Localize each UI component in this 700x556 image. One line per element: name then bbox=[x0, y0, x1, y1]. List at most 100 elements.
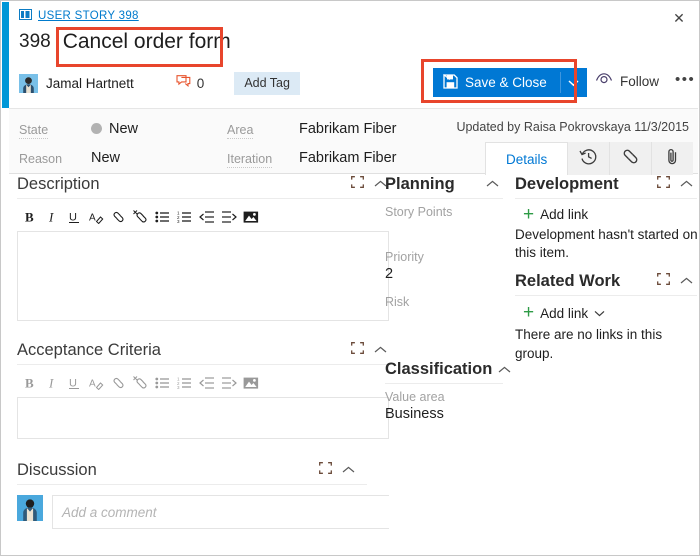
work-item-title[interactable]: Cancel order form bbox=[63, 30, 231, 54]
priority-value[interactable]: 2 bbox=[385, 266, 513, 285]
save-and-close-button[interactable]: Save & Close bbox=[433, 68, 587, 97]
follow-button[interactable]: Follow bbox=[595, 72, 659, 90]
remove-link-icon[interactable] bbox=[131, 208, 150, 226]
field-state-value-wrap[interactable]: New bbox=[91, 120, 138, 138]
expand-icon[interactable] bbox=[351, 341, 364, 359]
breadcrumb[interactable]: USER STORY 398 bbox=[19, 7, 139, 25]
expand-icon[interactable] bbox=[657, 272, 670, 290]
tab-attachments[interactable] bbox=[651, 142, 693, 175]
development-controls bbox=[657, 175, 693, 193]
svg-text:A: A bbox=[89, 379, 96, 390]
history-clock-icon bbox=[579, 147, 598, 171]
underline-icon[interactable]: U bbox=[65, 374, 84, 392]
planning-header: Planning bbox=[385, 175, 513, 198]
field-reason-label: Reason bbox=[19, 152, 62, 167]
development-rule bbox=[515, 198, 697, 199]
breadcrumb-link[interactable]: USER STORY 398 bbox=[38, 10, 139, 22]
insert-link-icon[interactable] bbox=[109, 374, 128, 392]
description-controls bbox=[351, 175, 387, 193]
expand-icon[interactable] bbox=[319, 461, 332, 479]
form-tabstrip: Details bbox=[485, 142, 693, 175]
section-description: Description bbox=[17, 175, 389, 321]
tab-details[interactable]: Details bbox=[485, 142, 567, 175]
save-close-chevron-down-icon[interactable] bbox=[561, 68, 587, 97]
discussion-count[interactable]: 0 bbox=[176, 75, 205, 93]
middle-column: Planning Story Points Priority 2 Risk bbox=[385, 175, 513, 427]
section-development: Development bbox=[515, 175, 700, 262]
svg-text:3: 3 bbox=[177, 219, 180, 224]
acceptance-criteria-rule bbox=[17, 364, 389, 365]
expand-icon[interactable] bbox=[351, 175, 364, 193]
related-work-add-link-button[interactable]: + Add link bbox=[523, 304, 700, 322]
expand-icon[interactable] bbox=[657, 175, 670, 193]
comment-input[interactable]: Add a comment bbox=[52, 495, 389, 529]
save-and-close-main[interactable]: Save & Close bbox=[433, 68, 560, 97]
discussion-count-value: 0 bbox=[197, 76, 205, 91]
risk-value[interactable] bbox=[385, 311, 513, 330]
bold-icon[interactable]: B bbox=[21, 374, 40, 392]
field-area[interactable]: Area bbox=[227, 121, 253, 139]
related-work-empty-message: There are no links in this group. bbox=[515, 326, 700, 362]
development-add-link-label: Add link bbox=[540, 207, 588, 222]
related-work-title: Related Work bbox=[515, 272, 620, 291]
bullet-list-icon[interactable] bbox=[153, 374, 172, 392]
field-reason[interactable]: Reason bbox=[19, 150, 62, 168]
more-actions-button[interactable]: ••• bbox=[675, 75, 695, 85]
clear-format-icon[interactable]: A bbox=[87, 208, 106, 226]
paperclip-attachment-icon bbox=[663, 147, 682, 171]
chevron-up-icon[interactable] bbox=[680, 272, 693, 290]
indent-icon[interactable] bbox=[219, 374, 238, 392]
assignee-avatar bbox=[19, 74, 38, 93]
work-item-title-row: 398 Cancel order form bbox=[19, 30, 231, 54]
chevron-up-icon[interactable] bbox=[342, 461, 355, 479]
field-area-value-wrap[interactable]: Fabrikam Fiber bbox=[299, 120, 397, 138]
tab-links[interactable] bbox=[609, 142, 651, 175]
underline-icon[interactable]: U bbox=[65, 208, 84, 226]
field-iteration-value-wrap[interactable]: Fabrikam Fiber bbox=[299, 149, 397, 167]
insert-link-icon[interactable] bbox=[109, 208, 128, 226]
italic-icon[interactable]: I bbox=[43, 208, 62, 226]
clear-format-icon[interactable]: A bbox=[87, 374, 106, 392]
bullet-list-icon[interactable] bbox=[153, 208, 172, 226]
updated-by-text: Updated by Raisa Pokrovskaya 11/3/2015 bbox=[456, 120, 689, 134]
add-tag-button[interactable]: Add Tag bbox=[234, 72, 300, 95]
insert-image-icon[interactable] bbox=[241, 208, 260, 226]
section-discussion: Discussion bbox=[17, 461, 389, 529]
story-points-value[interactable] bbox=[385, 221, 513, 240]
form-body: Description bbox=[9, 175, 698, 554]
left-column: Description bbox=[17, 175, 389, 531]
chevron-up-icon[interactable] bbox=[498, 361, 511, 379]
chevron-down-icon[interactable] bbox=[594, 304, 605, 322]
development-add-link-button[interactable]: + Add link bbox=[523, 207, 700, 222]
remove-link-icon[interactable] bbox=[131, 374, 150, 392]
related-work-rule bbox=[515, 295, 697, 296]
italic-icon[interactable]: I bbox=[43, 374, 62, 392]
chevron-up-icon[interactable] bbox=[680, 175, 693, 193]
indent-icon[interactable] bbox=[219, 208, 238, 226]
field-reason-value: New bbox=[91, 150, 120, 166]
plus-icon: + bbox=[523, 208, 534, 222]
numbered-list-icon[interactable]: 1 2 3 bbox=[175, 208, 194, 226]
bold-icon[interactable]: B bbox=[21, 208, 40, 226]
value-area-value[interactable]: Business bbox=[385, 406, 513, 425]
assignee-name[interactable]: Jamal Hartnett bbox=[46, 76, 134, 91]
chevron-up-icon[interactable] bbox=[486, 175, 499, 193]
close-icon[interactable]: ✕ bbox=[668, 8, 690, 28]
development-header: Development bbox=[515, 175, 700, 198]
field-reason-value-wrap[interactable]: New bbox=[91, 149, 120, 167]
numbered-list-icon[interactable]: 1 2 3 bbox=[175, 374, 194, 392]
development-title: Development bbox=[515, 175, 619, 194]
svg-text:A: A bbox=[89, 213, 96, 224]
acceptance-criteria-editor[interactable] bbox=[17, 397, 389, 439]
svg-text:I: I bbox=[48, 210, 54, 224]
outdent-icon[interactable] bbox=[197, 208, 216, 226]
field-iteration[interactable]: Iteration bbox=[227, 150, 272, 168]
outdent-icon[interactable] bbox=[197, 374, 216, 392]
classification-header: Classification bbox=[385, 360, 513, 383]
tab-history[interactable] bbox=[567, 142, 609, 175]
field-state[interactable]: State bbox=[19, 121, 48, 139]
insert-image-icon[interactable] bbox=[241, 374, 260, 392]
description-editor[interactable] bbox=[17, 231, 389, 321]
follow-label: Follow bbox=[620, 74, 659, 89]
acceptance-criteria-rte-toolbar: B I U A bbox=[17, 370, 389, 397]
